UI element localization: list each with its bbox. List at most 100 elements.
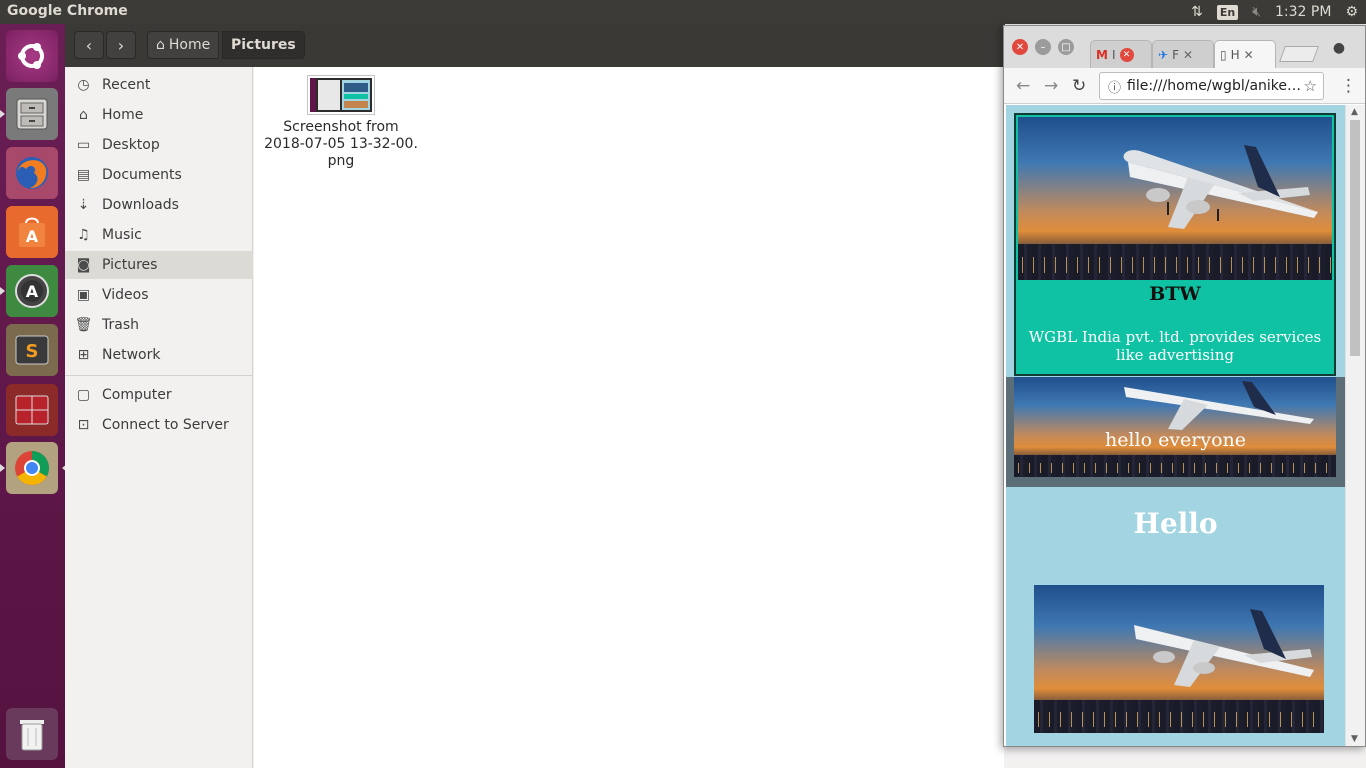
launcher: A A S: [0, 24, 67, 768]
breadcrumb-current[interactable]: Pictures: [222, 31, 305, 59]
running-indicator: [0, 464, 5, 472]
sidebar-item-videos[interactable]: ▣ Videos: [65, 281, 253, 309]
breadcrumb-home[interactable]: ⌂ Home: [147, 31, 220, 59]
software-updater-button[interactable]: A: [0, 265, 58, 317]
scrollbar-thumb[interactable]: [1350, 120, 1360, 356]
tab-title: H: [1230, 47, 1240, 62]
window-maximize-button[interactable]: □: [1058, 39, 1074, 55]
chrome-launcher-button[interactable]: [0, 442, 67, 494]
sidebar-item-computer[interactable]: ▢ Computer: [65, 381, 253, 409]
back-button[interactable]: ‹: [74, 31, 104, 59]
scroll-down-arrow-icon[interactable]: ▼: [1351, 734, 1358, 744]
airplane-icon: ✈: [1158, 47, 1169, 62]
sidebar-item-label: Desktop: [102, 137, 160, 153]
chevron-right-icon: ›: [117, 35, 125, 55]
sidebar-item-music[interactable]: ♫ Music: [65, 221, 253, 249]
clock-icon: ◷: [77, 77, 90, 93]
card-description: WGBL India pvt. ltd. provides services l…: [1028, 328, 1322, 364]
svg-text:S: S: [26, 341, 39, 362]
sidebar-item-label: Connect to Server: [102, 417, 229, 433]
sublime-text-button[interactable]: S: [6, 324, 58, 376]
sidebar-item-label: Music: [102, 227, 142, 243]
sidebar-item-downloads[interactable]: ⇣ Downloads: [65, 191, 253, 219]
forward-arrow-icon[interactable]: →: [1044, 76, 1058, 96]
sidebar-item-desktop[interactable]: ▭ Desktop: [65, 131, 253, 159]
keyboard-language-indicator[interactable]: En: [1216, 4, 1239, 20]
tab-close-icon[interactable]: ✕: [1183, 48, 1193, 62]
ubuntu-dash-button[interactable]: [6, 30, 58, 82]
settings-gear-icon[interactable]: ⚙: [1345, 4, 1358, 20]
sidebar-item-recent[interactable]: ◷ Recent: [65, 71, 253, 99]
running-indicator: [0, 287, 5, 295]
breadcrumb-current-label: Pictures: [231, 37, 296, 53]
hero-banner: hello everyone: [1006, 377, 1345, 487]
bookmark-star-icon[interactable]: ☆: [1304, 77, 1317, 95]
sidebar-divider: [65, 375, 253, 376]
sidebar-item-label: Documents: [102, 167, 182, 183]
scroll-up-arrow-icon[interactable]: ▲: [1351, 107, 1358, 117]
user-avatar-icon: ●: [1332, 40, 1346, 56]
sidebar-item-documents[interactable]: ▤ Documents: [65, 161, 253, 189]
sidebar-item-home[interactable]: ⌂ Home: [65, 101, 253, 129]
gmail-icon: M: [1096, 47, 1108, 62]
trash-icon: 🗑︎: [74, 317, 93, 333]
breadcrumb-home-label: Home: [168, 37, 211, 53]
window-minimize-button[interactable]: –: [1035, 39, 1051, 55]
new-tab-button[interactable]: [1279, 46, 1319, 62]
files-launcher-button[interactable]: [0, 88, 58, 140]
clock[interactable]: 1:32 PM: [1275, 4, 1331, 20]
svg-text:A: A: [26, 282, 39, 301]
home-icon: ⌂: [156, 37, 165, 53]
service-card: BTW WGBL India pvt. ltd. provides servic…: [1014, 113, 1336, 376]
profile-button[interactable]: ●: [1324, 34, 1354, 62]
sidebar-item-connect-to-server[interactable]: ⊡ Connect to Server: [65, 411, 253, 439]
chevron-left-icon: ‹: [85, 35, 93, 55]
sidebar-item-trash[interactable]: 🗑︎ Trash: [65, 311, 253, 339]
file-manager-headerbar: ‹ › ⌂ Home Pictures: [65, 24, 1005, 67]
volume-muted-icon[interactable]: 🔇︎: [1252, 4, 1261, 20]
terminal-icon: [15, 395, 49, 425]
tab-close-icon[interactable]: ✕: [1119, 47, 1134, 62]
tab-title: F: [1172, 47, 1179, 62]
shopping-bag-icon: A: [19, 217, 45, 247]
terminal-app-button[interactable]: [6, 384, 58, 436]
folder-icon: ▭: [76, 137, 91, 153]
active-app-title: Google Chrome: [7, 3, 128, 19]
minimize-icon: –: [1040, 41, 1046, 53]
window-close-button[interactable]: ✕: [1012, 39, 1028, 55]
menu-kebab-icon[interactable]: ⋮: [1340, 76, 1357, 96]
page-scrollbar[interactable]: ▲ ▼: [1345, 105, 1365, 746]
sidebar-item-label: Downloads: [102, 197, 179, 213]
file-name-label[interactable]: Screenshot from 2018-07-05 13-32-00. png: [264, 119, 418, 170]
sublime-text-icon: S: [15, 335, 49, 365]
tab-title: I: [1111, 47, 1116, 62]
address-bar[interactable]: ⓘ file:///home/wgbl/anike… ☆: [1099, 72, 1324, 100]
sidebar-item-network[interactable]: ⊞ Network: [65, 341, 253, 369]
tab-flight[interactable]: ✈ F ✕: [1152, 40, 1214, 68]
file-name-line: Screenshot from: [283, 119, 399, 135]
chrome-tab-strip: ✕ – □ M I ✕ ✈ F ✕ ▯ H ✕ ●: [1004, 26, 1365, 68]
ubuntu-logo-icon: [18, 43, 44, 69]
chrome-toolbar: ← → ↻ ⓘ file:///home/wgbl/anike… ☆ ⋮: [1004, 68, 1365, 104]
sidebar-item-label: Pictures: [102, 257, 158, 273]
places-sidebar: ◷ Recent ⌂ Home ▭ Desktop ▤ Documents ⇣ …: [65, 67, 253, 768]
server-icon: ⊡: [77, 417, 90, 433]
video-icon: ▣: [76, 287, 91, 303]
tab-close-icon[interactable]: ✕: [1244, 48, 1254, 62]
reload-icon[interactable]: ↻: [1072, 76, 1086, 96]
trash-launcher-button[interactable]: [6, 708, 58, 760]
sidebar-item-pictures[interactable]: ◙ Pictures: [65, 251, 253, 279]
back-arrow-icon[interactable]: ←: [1016, 76, 1030, 96]
firefox-launcher-button[interactable]: [6, 147, 58, 199]
sidebar-item-label: Trash: [102, 317, 139, 333]
file-thumbnail[interactable]: [307, 75, 375, 115]
network-arrows-icon[interactable]: ⇅: [1191, 4, 1203, 20]
top-panel: Google Chrome ⇅ En 🔇︎ 1:32 PM ⚙: [0, 0, 1366, 24]
software-center-button[interactable]: A: [6, 206, 58, 258]
airplane-image: [1018, 117, 1332, 280]
tab-gmail[interactable]: M I ✕: [1090, 40, 1152, 68]
forward-button[interactable]: ›: [106, 31, 136, 59]
card-title: BTW: [1149, 283, 1201, 305]
running-indicator: [0, 110, 5, 118]
tab-active-page[interactable]: ▯ H ✕: [1214, 40, 1276, 68]
